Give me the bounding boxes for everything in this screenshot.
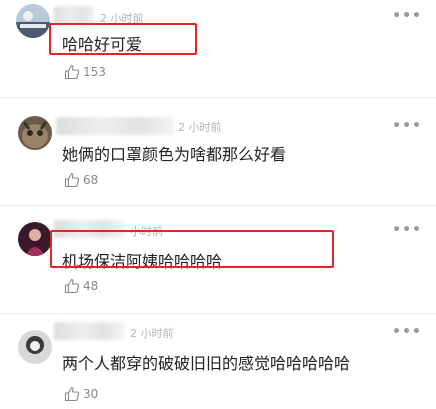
comment-text: 她俩的口罩颜色为啥都那么好看 <box>62 145 287 164</box>
more-dots-icon[interactable]: ••• <box>392 324 422 340</box>
comment-item: 2 小时前 ••• 哈哈好可爱 153 <box>0 0 436 98</box>
comment-item: 2 小时前 ••• 两个人都穿的破破旧旧的感觉哈哈哈哈哈 30 <box>0 314 436 409</box>
comment-feed: 2 小时前 ••• 哈哈好可爱 153 2 小时前 ••• 她俩的口罩颜色为啥都… <box>0 0 436 409</box>
like-button[interactable]: 48 <box>64 278 98 294</box>
username-blurred[interactable] <box>54 322 124 340</box>
more-dots-icon[interactable]: ••• <box>392 8 422 24</box>
thumbs-up-icon <box>64 386 80 402</box>
avatar[interactable] <box>18 116 52 150</box>
like-count: 48 <box>83 279 99 293</box>
like-count: 30 <box>83 387 99 401</box>
username-blurred[interactable] <box>54 6 94 24</box>
username-blurred[interactable] <box>54 220 124 238</box>
thumbs-up-icon <box>64 172 80 188</box>
comment-time: 2 小时前 <box>100 12 144 25</box>
more-dots-icon[interactable]: ••• <box>392 222 422 238</box>
like-button[interactable]: 153 <box>64 64 106 80</box>
comment-time: 2 小时前 <box>178 121 222 134</box>
comment-text: 两个人都穿的破破旧旧的感觉哈哈哈哈哈 <box>62 354 351 373</box>
like-count: 68 <box>83 173 99 187</box>
like-count: 153 <box>83 65 106 79</box>
like-button[interactable]: 30 <box>64 386 98 402</box>
comment-text: 哈哈好可爱 <box>62 35 143 54</box>
thumbs-up-icon <box>64 64 80 80</box>
thumbs-up-icon <box>64 278 80 294</box>
avatar[interactable] <box>18 330 52 364</box>
like-button[interactable]: 68 <box>64 172 98 188</box>
avatar[interactable] <box>16 4 50 38</box>
comment-item: 2 小时前 ••• 她俩的口罩颜色为啥都那么好看 68 <box>0 98 436 206</box>
comment-item: 小时前 ••• 机场保洁阿姨哈哈哈哈 48 <box>0 206 436 314</box>
more-dots-icon[interactable]: ••• <box>392 118 422 134</box>
comment-text: 机场保洁阿姨哈哈哈哈 <box>62 252 223 271</box>
comment-time: 2 小时前 <box>130 327 174 340</box>
comment-time: 小时前 <box>130 225 163 238</box>
username-blurred[interactable] <box>56 117 174 135</box>
avatar[interactable] <box>18 222 52 256</box>
